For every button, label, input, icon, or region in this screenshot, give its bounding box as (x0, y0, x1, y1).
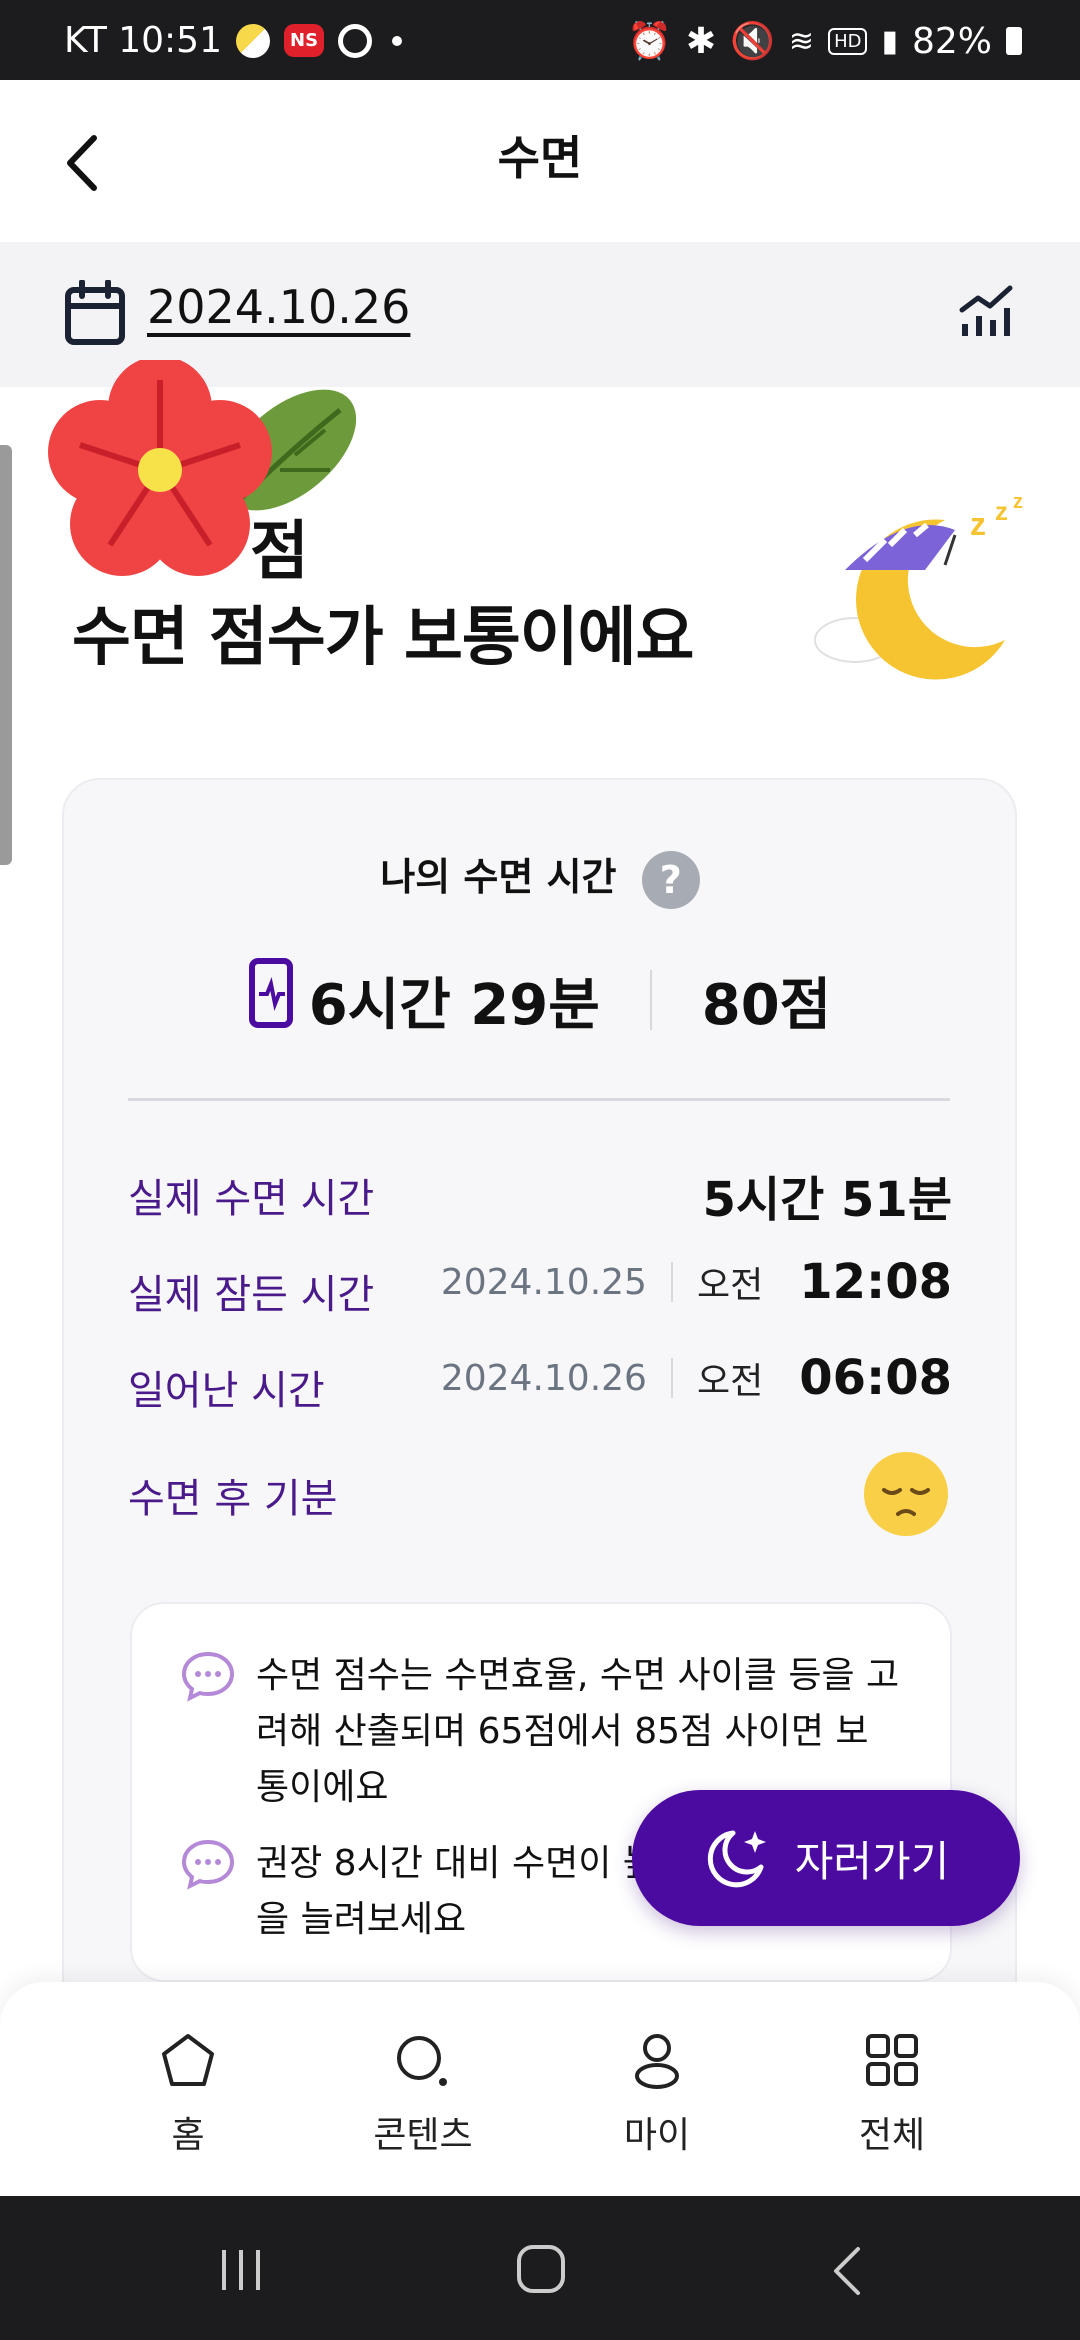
bluetooth-icon: ✱ (685, 20, 717, 62)
nav-home-label: 홈 (171, 2115, 205, 2156)
date-selector[interactable]: 2024.10.26 (147, 280, 410, 334)
home-system-icon[interactable] (515, 2243, 567, 2299)
ns-badge: NS (284, 24, 325, 57)
woke-up-date: 2024.10.26 (440, 1357, 647, 1399)
actual-sleep-time: 5시간 51분 (702, 1172, 952, 1228)
nav-contents[interactable]: 콘텐츠 (323, 2030, 523, 2158)
help-icon[interactable]: ? (641, 850, 700, 909)
phone-health-icon (248, 958, 293, 1042)
woke-up-label: 일어난 시간 (128, 1368, 325, 1414)
hd-badge: HD (828, 27, 868, 55)
sleepy-face-icon[interactable] (862, 1450, 950, 1542)
status-bar: KT 10:51 NS ⏰ ✱ 🔇 ≋ HD ▮ 82% (0, 0, 1080, 80)
actual-sleep-value: 5시간 51분 (703, 1160, 952, 1230)
person-icon (635, 2034, 679, 2089)
total-sleep-time: 6시간 29분 (308, 972, 600, 1038)
page-title: 수면 (497, 131, 583, 185)
chrome-icon (338, 23, 373, 58)
svg-text:z: z (970, 506, 986, 542)
card-title: 나의 수면 시간 ? (0, 846, 1080, 909)
calendar-icon[interactable] (64, 279, 126, 350)
status-left: KT 10:51 NS (64, 20, 403, 61)
search-icon (397, 2036, 447, 2086)
nav-home[interactable]: 홈 (88, 2030, 288, 2158)
woke-up-ampm: 오전 (696, 1361, 764, 1402)
nav-all[interactable]: 전체 (792, 2030, 992, 2158)
pill-notification-icon (236, 23, 270, 58)
carrier-time: KT 10:51 (64, 20, 222, 61)
battery-icon (1006, 27, 1022, 55)
dot-icon (392, 35, 403, 46)
fell-asleep-time: 12:08 (799, 1254, 952, 1310)
moon-sparkle-icon (707, 1830, 766, 1888)
signal-icon: ▮ (881, 23, 898, 59)
fell-asleep-ampm: 오전 (696, 1265, 764, 1306)
go-to-sleep-label: 자러가기 (794, 1836, 950, 1886)
sleep-summary: 6시간 29분 80점 (0, 958, 1080, 1042)
chat-bubble-icon (181, 1839, 235, 1890)
nav-contents-label: 콘텐츠 (373, 2115, 473, 2156)
mood-label: 수면 후 기분 (128, 1476, 338, 1522)
sleeping-moon-image: z z z (805, 490, 1035, 684)
actual-sleep-label: 실제 수면 시간 (128, 1176, 375, 1222)
home-icon (162, 2034, 214, 2086)
fell-asleep-date: 2024.10.25 (440, 1261, 647, 1303)
fell-asleep-value: 2024.10.25 오전 12:08 (441, 1254, 952, 1310)
woke-up-time: 06:08 (799, 1350, 952, 1406)
row-divider (670, 1358, 673, 1398)
nav-all-label: 전체 (858, 2115, 926, 2156)
woke-up-value: 2024.10.26 오전 06:08 (441, 1350, 952, 1406)
card-divider (128, 1098, 950, 1101)
svg-text:z: z (995, 496, 1008, 526)
fell-asleep-label: 실제 잠든 시간 (128, 1272, 375, 1318)
chat-bubble-icon (181, 1651, 235, 1702)
row-divider (670, 1262, 673, 1302)
system-back-icon[interactable] (828, 2243, 868, 2303)
alarm-icon: ⏰ (627, 21, 672, 62)
recent-apps-icon[interactable] (216, 2245, 266, 2299)
grid-icon (866, 2034, 918, 2086)
mute-icon: 🔇 (730, 21, 775, 62)
nav-my[interactable]: 마이 (557, 2030, 757, 2158)
summary-divider (649, 970, 652, 1030)
status-right: ⏰ ✱ 🔇 ≋ HD ▮ 82% (627, 20, 1022, 62)
svg-text:z: z (1013, 491, 1023, 513)
battery-text: 82% (911, 20, 992, 62)
sleep-score-value: 80점 (701, 972, 832, 1038)
nav-my-label: 마이 (623, 2115, 691, 2156)
stats-chart-icon[interactable] (956, 280, 1016, 344)
side-panel-handle[interactable] (0, 445, 12, 865)
flower-sticker-image (40, 356, 370, 604)
wifi-icon: ≋ (788, 23, 815, 59)
go-to-sleep-button[interactable]: 자러가기 (632, 1790, 1020, 1926)
